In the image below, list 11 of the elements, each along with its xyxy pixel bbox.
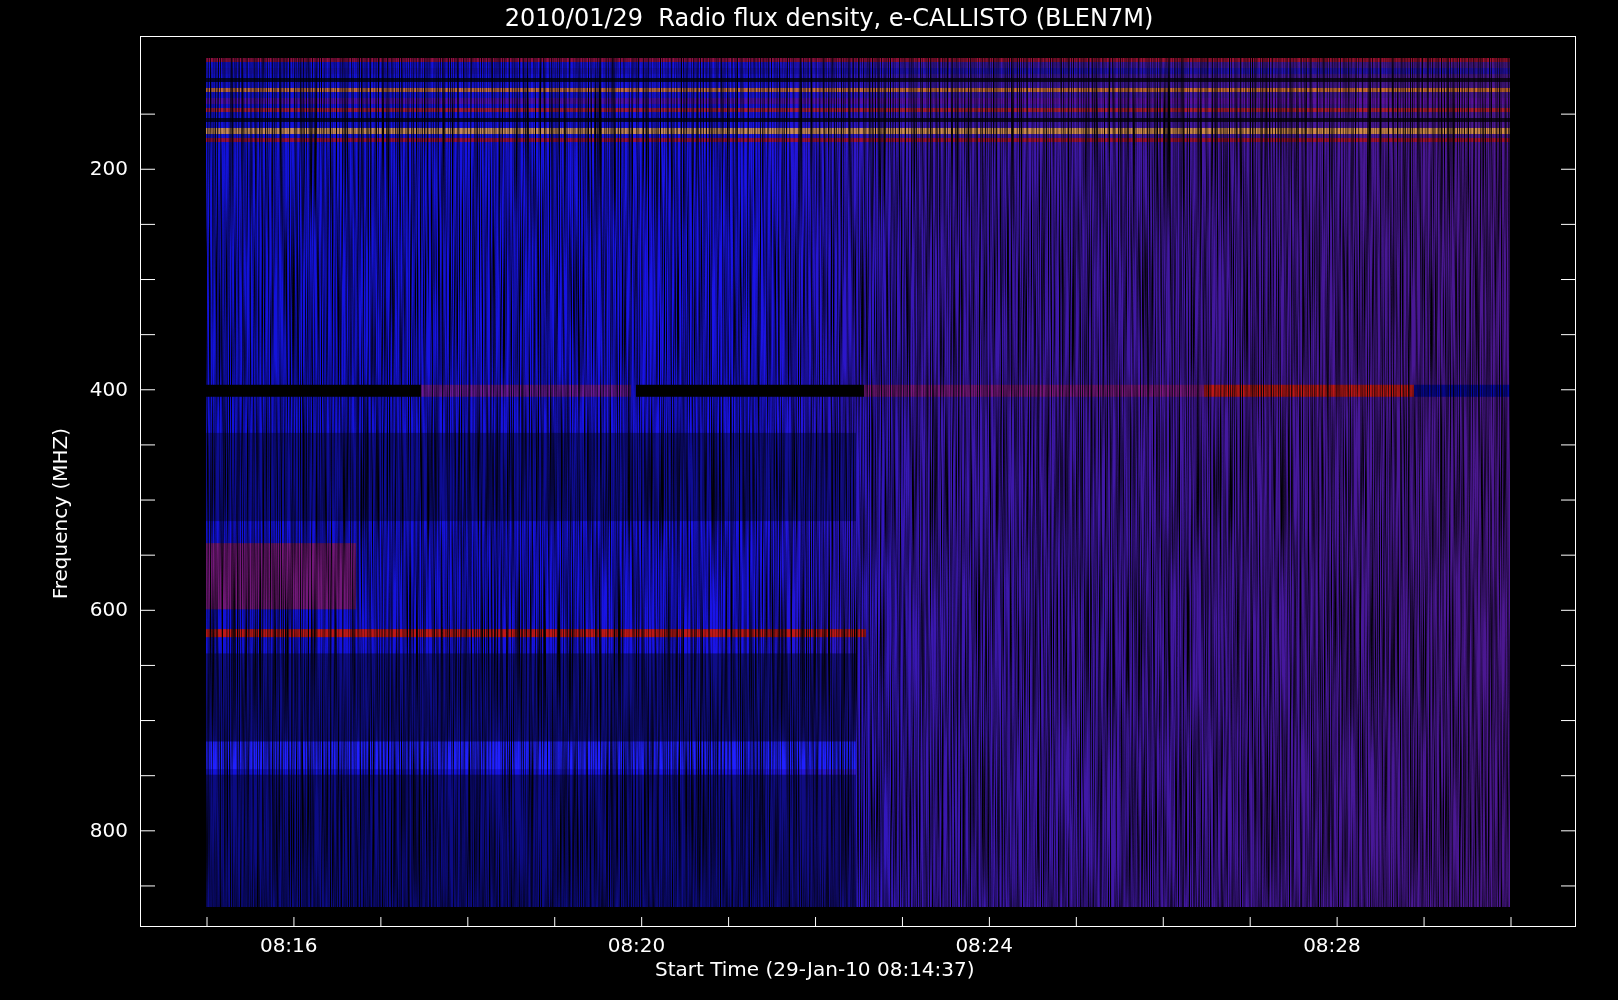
x-tick-label: 08:28: [1303, 933, 1361, 957]
y-axis-label: Frequency (MHZ): [48, 428, 72, 600]
y-tick-label: 600: [89, 597, 128, 622]
y-tick-label: 800: [89, 817, 128, 842]
x-tick-label: 08:20: [607, 933, 666, 957]
chart-title: 2010/01/29 Radio flux density, e-CALLISTO (BLEN7M): [503, 3, 1155, 34]
y-tick-label: 400: [89, 376, 128, 401]
x-axis-label: Start Time (29-Jan-10 08:14:37): [655, 957, 975, 981]
x-tick-label: 08:16: [259, 933, 318, 957]
x-tick-label: 08:24: [955, 933, 1014, 957]
y-tick-label: 200: [89, 156, 128, 181]
